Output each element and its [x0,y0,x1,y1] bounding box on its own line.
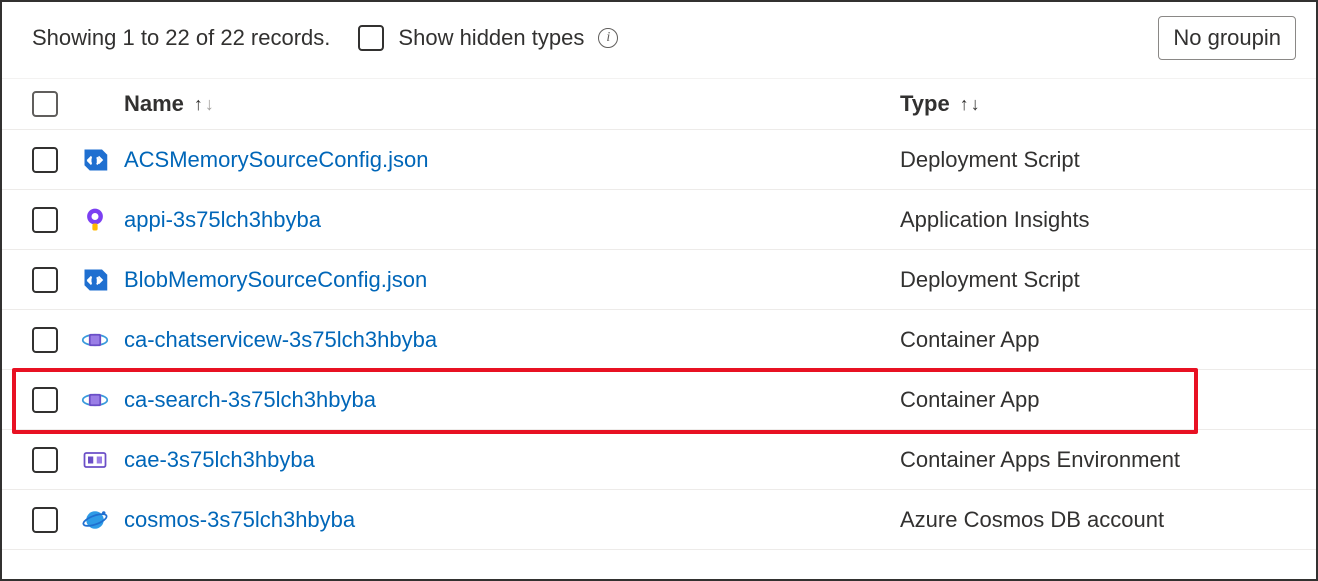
appinsights-icon [80,205,110,235]
row-checkbox[interactable] [32,207,58,233]
record-count-label: Showing 1 to 22 of 22 records. [32,25,330,51]
table-row[interactable]: ca-chatservicew-3s75lch3hbyba Container A… [2,310,1316,370]
column-header-type[interactable]: Type ↑↓ [900,91,980,117]
select-all-checkbox[interactable] [32,91,58,117]
resource-type: Container App [900,327,1039,353]
sort-icon: ↑↓ [194,94,214,115]
containerenv-icon [80,445,110,475]
row-checkbox[interactable] [32,447,58,473]
table-header: Name ↑↓ Type ↑↓ [2,78,1316,130]
resource-link[interactable]: ca-chatservicew-3s75lch3hbyba [124,327,437,353]
script-icon [80,145,110,175]
resource-table: Name ↑↓ Type ↑↓ ACSMemorySourceConfig.js… [2,78,1316,550]
sort-icon: ↑↓ [960,94,980,115]
resource-type: Deployment Script [900,147,1080,173]
resource-link[interactable]: ACSMemorySourceConfig.json [124,147,428,173]
resource-link[interactable]: appi-3s75lch3hbyba [124,207,321,233]
column-header-name[interactable]: Name ↑↓ [124,91,214,117]
row-checkbox[interactable] [32,507,58,533]
grouping-dropdown[interactable]: No groupin [1158,16,1296,60]
script-icon [80,265,110,295]
resource-type: Application Insights [900,207,1090,233]
table-body: ACSMemorySourceConfig.json Deployment Scr… [2,130,1316,550]
row-checkbox[interactable] [32,267,58,293]
row-checkbox[interactable] [32,387,58,413]
resource-type: Azure Cosmos DB account [900,507,1164,533]
resource-link[interactable]: cosmos-3s75lch3hbyba [124,507,355,533]
resource-link[interactable]: ca-search-3s75lch3hbyba [124,387,376,413]
info-icon[interactable]: i [598,28,618,48]
table-row[interactable]: ACSMemorySourceConfig.json Deployment Scr… [2,130,1316,190]
resource-link[interactable]: BlobMemorySourceConfig.json [124,267,427,293]
table-row[interactable]: BlobMemorySourceConfig.json Deployment Sc… [2,250,1316,310]
resource-list-frame: Showing 1 to 22 of 22 records. Show hidd… [0,0,1318,581]
cosmos-icon [80,505,110,535]
containerapp-icon [80,325,110,355]
table-row[interactable]: appi-3s75lch3hbyba Application Insights [2,190,1316,250]
show-hidden-label: Show hidden types [398,25,584,51]
resource-type: Deployment Script [900,267,1080,293]
toolbar: Showing 1 to 22 of 22 records. Show hidd… [2,2,1316,78]
row-checkbox[interactable] [32,327,58,353]
table-row[interactable]: cae-3s75lch3hbyba Container Apps Environm… [2,430,1316,490]
resource-type: Container App [900,387,1039,413]
table-row[interactable]: ca-search-3s75lch3hbyba Container App [2,370,1316,430]
row-checkbox[interactable] [32,147,58,173]
resource-link[interactable]: cae-3s75lch3hbyba [124,447,315,473]
show-hidden-types-toggle[interactable]: Show hidden types i [358,25,618,51]
resource-type: Container Apps Environment [900,447,1180,473]
containerapp-icon [80,385,110,415]
grouping-label: No groupin [1173,25,1281,50]
table-row[interactable]: cosmos-3s75lch3hbyba Azure Cosmos DB acco… [2,490,1316,550]
show-hidden-checkbox[interactable] [358,25,384,51]
